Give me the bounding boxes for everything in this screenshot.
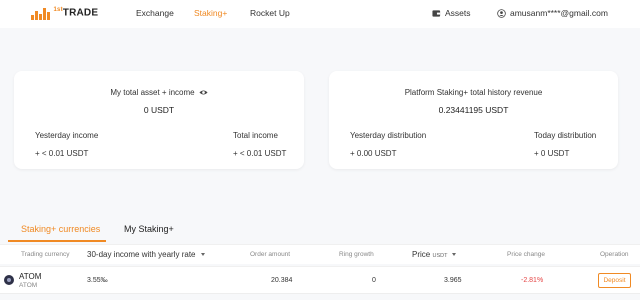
col-operation: Operation: [600, 251, 629, 258]
yesterday-distribution-value: + 0.00 USDT: [350, 149, 397, 158]
nav-staking[interactable]: Staking+: [194, 8, 227, 18]
brand-name: 1stTRADE: [53, 7, 99, 19]
order-amount: 20.384: [271, 277, 293, 284]
my-asset-title-row: My total asset + income: [14, 88, 304, 97]
platform-revenue-value: 0.23441195 USDT: [438, 105, 509, 115]
user-email: amusanm****@gmail.com: [510, 8, 608, 18]
col-income-select[interactable]: 30-day income with yearly rate: [87, 250, 205, 259]
income-rate: 3.55‰: [87, 277, 108, 284]
assets-label: Assets: [445, 8, 471, 18]
my-asset-value: 0 USDT: [143, 105, 175, 115]
yesterday-distribution-label: Yesterday distribution: [350, 131, 427, 140]
my-asset-title: My total asset + income: [110, 88, 195, 97]
chevron-down-icon: [200, 253, 205, 257]
assets-link[interactable]: Assets: [432, 8, 471, 18]
tab-my-staking[interactable]: My Staking+: [124, 224, 174, 234]
nav-exchange[interactable]: Exchange: [136, 8, 174, 18]
my-asset-card: My total asset + income 0 USDT Yesterday…: [14, 71, 304, 169]
col-price-unit: USDT: [432, 253, 448, 259]
today-distribution-value: + 0 USDT: [534, 149, 570, 158]
table-header: Trading currency 30-day income with year…: [0, 244, 640, 264]
price: 3.965: [444, 277, 462, 284]
user-menu[interactable]: amusanm****@gmail.com: [497, 8, 608, 18]
active-tab-indicator: [8, 240, 106, 242]
eye-icon[interactable]: [199, 88, 208, 97]
total-income-value: + < 0.01 USDT: [233, 149, 287, 158]
col-trading-currency: Trading currency: [21, 251, 70, 258]
platform-revenue-card: Platform Staking+ total history revenue …: [329, 71, 618, 169]
coin-name: ATOM: [19, 282, 38, 289]
logo[interactable]: 1stTRADE: [31, 5, 98, 21]
yesterday-income-label: Yesterday income: [35, 131, 99, 140]
table-row: ATOM ATOM 3.55‰ 20.384 0 3.965 -2.81% De…: [0, 266, 640, 294]
col-price-label: Price: [412, 250, 431, 259]
top-bar: 1stTRADE Exchange Staking+ Rocket Up Ass…: [0, 0, 640, 28]
today-distribution-label: Today distribution: [534, 131, 597, 140]
sort-caret-icon: [452, 253, 457, 257]
col-order-amount: Order amount: [250, 251, 291, 258]
platform-revenue-title: Platform Staking+ total history revenue: [404, 88, 543, 97]
wallet-icon: [432, 9, 441, 17]
tab-staking-currencies[interactable]: Staking+ currencies: [21, 224, 100, 234]
deposit-button[interactable]: Deposit: [598, 273, 631, 288]
ring-growth: 0: [372, 277, 376, 284]
atom-coin-icon: [4, 275, 14, 285]
col-income-label: 30-day income with yearly rate: [87, 250, 196, 259]
logo-bars-icon: [31, 6, 50, 20]
col-price-change: Price change: [507, 251, 545, 258]
col-price-sort[interactable]: Price USDT: [412, 250, 457, 259]
user-icon: [497, 8, 506, 18]
price-change: -2.81%: [521, 277, 544, 284]
col-ring-growth: Ring growth: [339, 251, 374, 258]
nav-rocket-up[interactable]: Rocket Up: [250, 8, 290, 18]
coin-symbol: ATOM: [19, 272, 42, 281]
total-income-label: Total income: [233, 131, 278, 140]
yesterday-income-value: + < 0.01 USDT: [35, 149, 89, 158]
